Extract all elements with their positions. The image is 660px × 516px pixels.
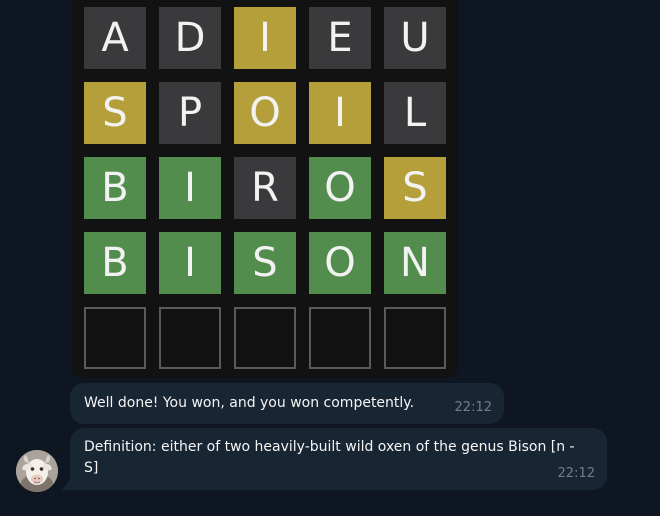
wordle-board-image[interactable]: ADIEUSPOILBIROSBISON [72,0,458,378]
tile-present: I [309,82,371,144]
tile-empty [309,307,371,369]
message-bubble-congrats[interactable]: Well done! You won, and you won competen… [70,383,504,424]
goat-avatar-icon[interactable] [16,450,58,492]
tile-absent: U [384,7,446,69]
message-text: Well done! You won, and you won competen… [84,395,415,411]
tile-absent: R [234,157,296,219]
tile-empty [234,307,296,369]
tile-absent: P [159,82,221,144]
tile-absent: D [159,7,221,69]
tile-absent: L [384,82,446,144]
wordle-grid: ADIEUSPOILBIROSBISON [84,7,446,369]
tile-present: O [234,82,296,144]
message-bubble-definition[interactable]: Definition: either of two heavily-built … [70,428,607,490]
tile-absent: E [309,7,371,69]
tile-empty [159,307,221,369]
tile-empty [84,307,146,369]
message-timestamp: 22:12 [557,466,595,481]
message-text: Definition: either of two heavily-built … [84,439,575,476]
tile-present: S [84,82,146,144]
tile-empty [384,307,446,369]
message-timestamp: 22:12 [454,400,492,415]
tile-correct: I [159,157,221,219]
tile-present: I [234,7,296,69]
tile-correct: B [84,157,146,219]
tile-correct: N [384,232,446,294]
tile-absent: A [84,7,146,69]
tile-correct: S [234,232,296,294]
tile-present: S [384,157,446,219]
tile-correct: I [159,232,221,294]
chat-screen: ADIEUSPOILBIROSBISON Well done! You won,… [0,0,660,516]
tile-correct: O [309,232,371,294]
tile-correct: B [84,232,146,294]
goat-avatar-image [16,450,58,492]
tile-correct: O [309,157,371,219]
